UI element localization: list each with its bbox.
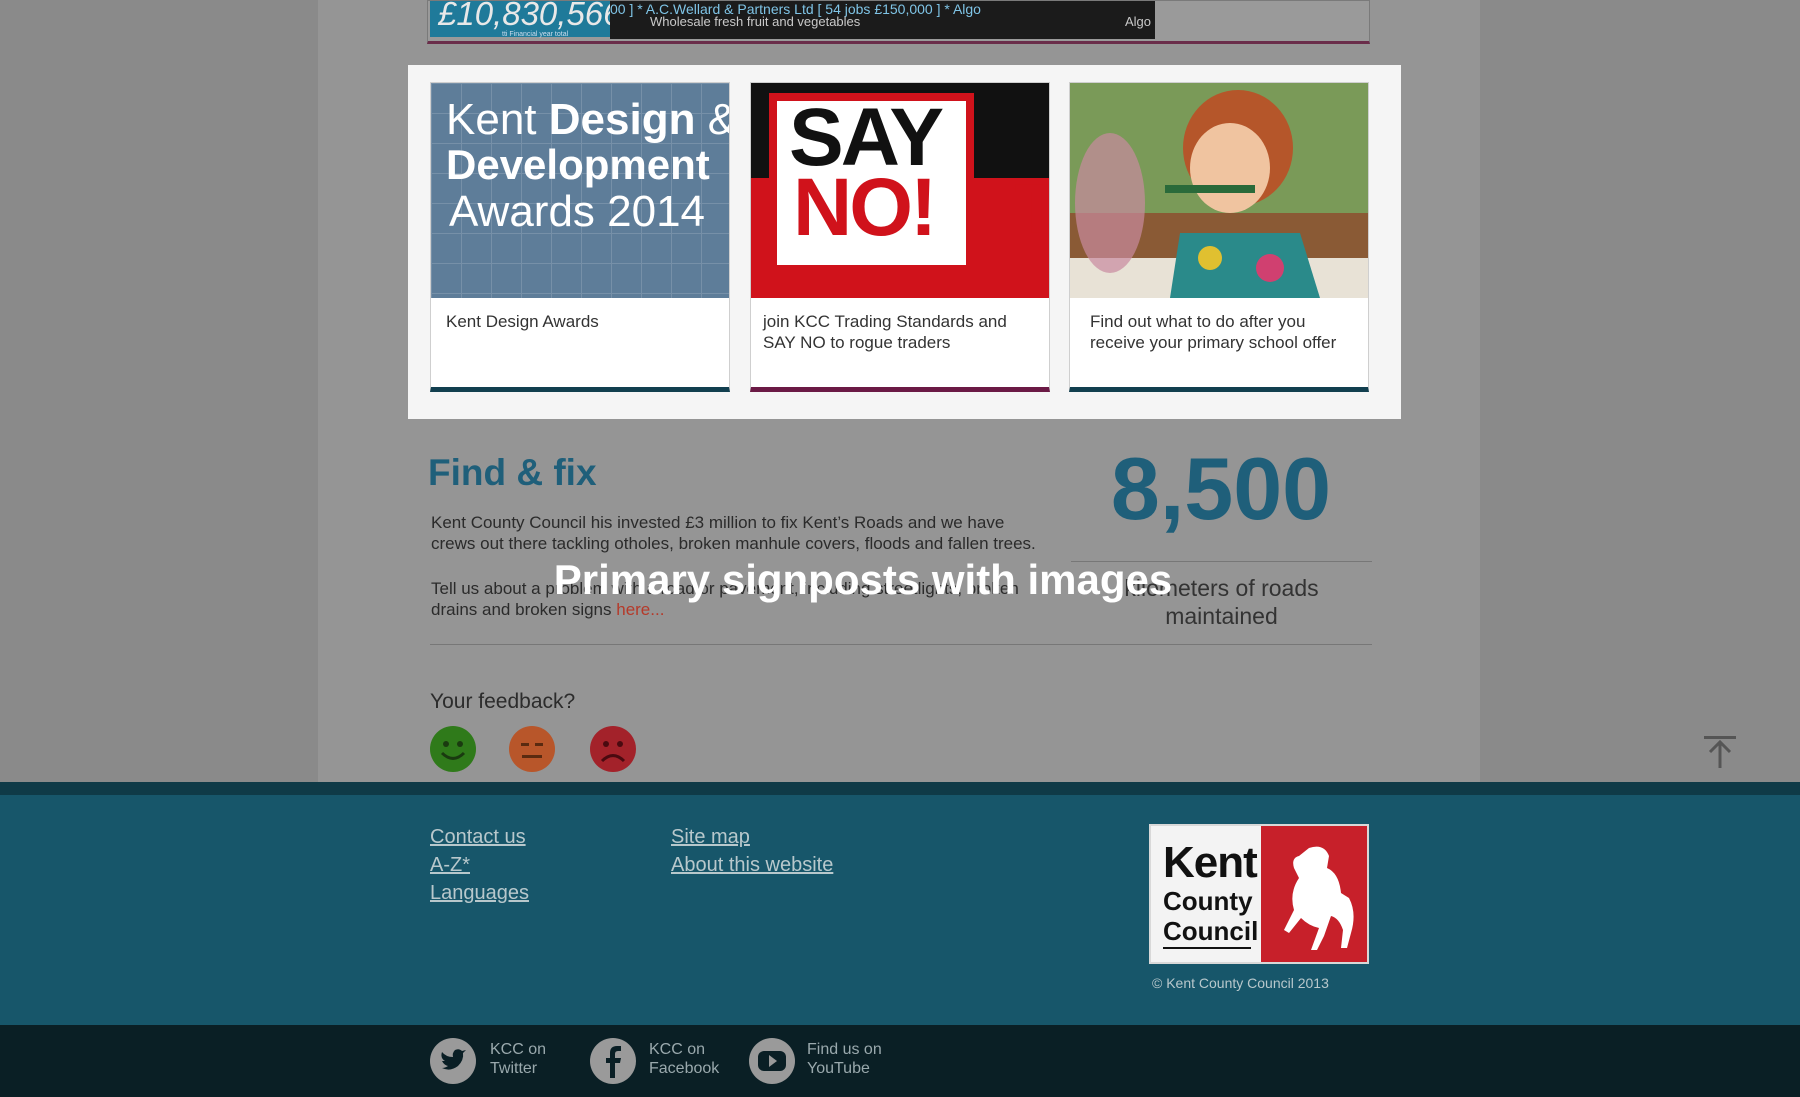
social-youtube-line-2: YouTube <box>807 1060 870 1077</box>
youtube-icon[interactable] <box>749 1038 795 1084</box>
sad-face-icon[interactable] <box>590 726 636 772</box>
design-title-amp: & <box>708 95 729 144</box>
ticker-line-2b: Algo <box>1125 14 1152 29</box>
findfix-intro: Kent County Council his invested £3 mill… <box>431 513 1036 553</box>
ticker-amount: £10,830,566 <box>438 0 622 32</box>
facebook-icon[interactable] <box>590 1038 636 1084</box>
section-divider <box>430 644 1372 645</box>
footer-link-languages[interactable]: Languages <box>430 882 529 905</box>
twitter-icon[interactable] <box>430 1038 476 1084</box>
social-twitter-label[interactable]: KCC on Twitter <box>490 1040 546 1078</box>
design-title-awards: Awards 2014 <box>449 187 706 236</box>
footer <box>0 795 1800 1025</box>
footer-link-about-website[interactable]: About this website <box>671 854 833 877</box>
kcc-logo[interactable]: Kent County Council <box>1149 824 1369 964</box>
social-facebook-label[interactable]: KCC on Facebook <box>649 1040 719 1078</box>
social-facebook-line-1: KCC on <box>649 1041 706 1058</box>
social-bar <box>0 1025 1800 1097</box>
ticker-strip: 00 ] * A.C.Wellard & Partners Ltd [ 54 j… <box>610 1 1155 39</box>
signpost-caption: Kent Design Awards <box>446 312 599 331</box>
truncated-t-text: T <box>1015 169 1049 247</box>
social-youtube-line-1: Find us on <box>807 1041 882 1058</box>
design-title-kent: Kent <box>446 95 537 144</box>
child-photo <box>1070 83 1368 298</box>
social-twitter-line-2: Twitter <box>490 1060 538 1077</box>
ticker-line-2: Wholesale fresh fruit and vegetables <box>650 14 861 29</box>
feedback-title: Your feedback? <box>430 690 576 713</box>
region-overlay-label: Primary signposts with images <box>553 556 1173 603</box>
say-no-image: SAY NO! T <box>751 83 1049 298</box>
logo-line-3: Council <box>1163 916 1259 946</box>
design-awards-image: Kent Design & Development Awards 2014 <box>431 83 729 298</box>
signpost-card-school-offer[interactable]: Find out what to do after you receive yo… <box>1069 82 1369 392</box>
happy-face-icon[interactable] <box>430 726 476 772</box>
stat-number: 8,500 <box>1110 439 1332 538</box>
logo-line-1: Kent <box>1163 838 1258 887</box>
footer-link-contact-us[interactable]: Contact us <box>430 826 526 849</box>
signpost-caption: Find out what to do after you receive yo… <box>1090 312 1337 352</box>
primary-signposts: Kent Design & Development Awards 2014 Ke… <box>408 65 1401 419</box>
social-youtube-label[interactable]: Find us on YouTube <box>807 1040 882 1078</box>
signpost-caption: join KCC Trading Standards and SAY NO to… <box>763 312 1007 352</box>
copyright-text: © Kent County Council 2013 <box>1152 975 1329 991</box>
footer-top-rule <box>0 782 1800 795</box>
signpost-card-design-awards[interactable]: Kent Design & Development Awards 2014 Ke… <box>430 82 730 392</box>
findfix-title: Find & fix <box>428 452 597 493</box>
no-text: NO! <box>793 162 937 253</box>
social-twitter-line-1: KCC on <box>490 1041 547 1058</box>
ticker-total: £10,830,566 tti Financial year total <box>430 1 622 38</box>
neutral-face-icon[interactable] <box>509 726 555 772</box>
ticker-small-text: tti Financial year total <box>502 31 569 38</box>
white-horse-icon <box>1284 846 1354 950</box>
social-facebook-line-2: Facebook <box>649 1060 720 1077</box>
footer-link-a-z[interactable]: A-Z* <box>430 854 470 877</box>
logo-line-2: County <box>1163 886 1253 916</box>
back-to-top-icon[interactable] <box>1702 734 1738 770</box>
design-title-design: Design <box>548 95 696 144</box>
design-title-development: Development <box>446 141 710 188</box>
jobs-ticker-banner[interactable]: £10,830,566 tti Financial year total 00 … <box>427 0 1370 44</box>
signpost-card-say-no[interactable]: SAY NO! T join KCC Trading Standards and… <box>750 82 1050 392</box>
footer-link-site-map[interactable]: Site map <box>671 826 750 849</box>
